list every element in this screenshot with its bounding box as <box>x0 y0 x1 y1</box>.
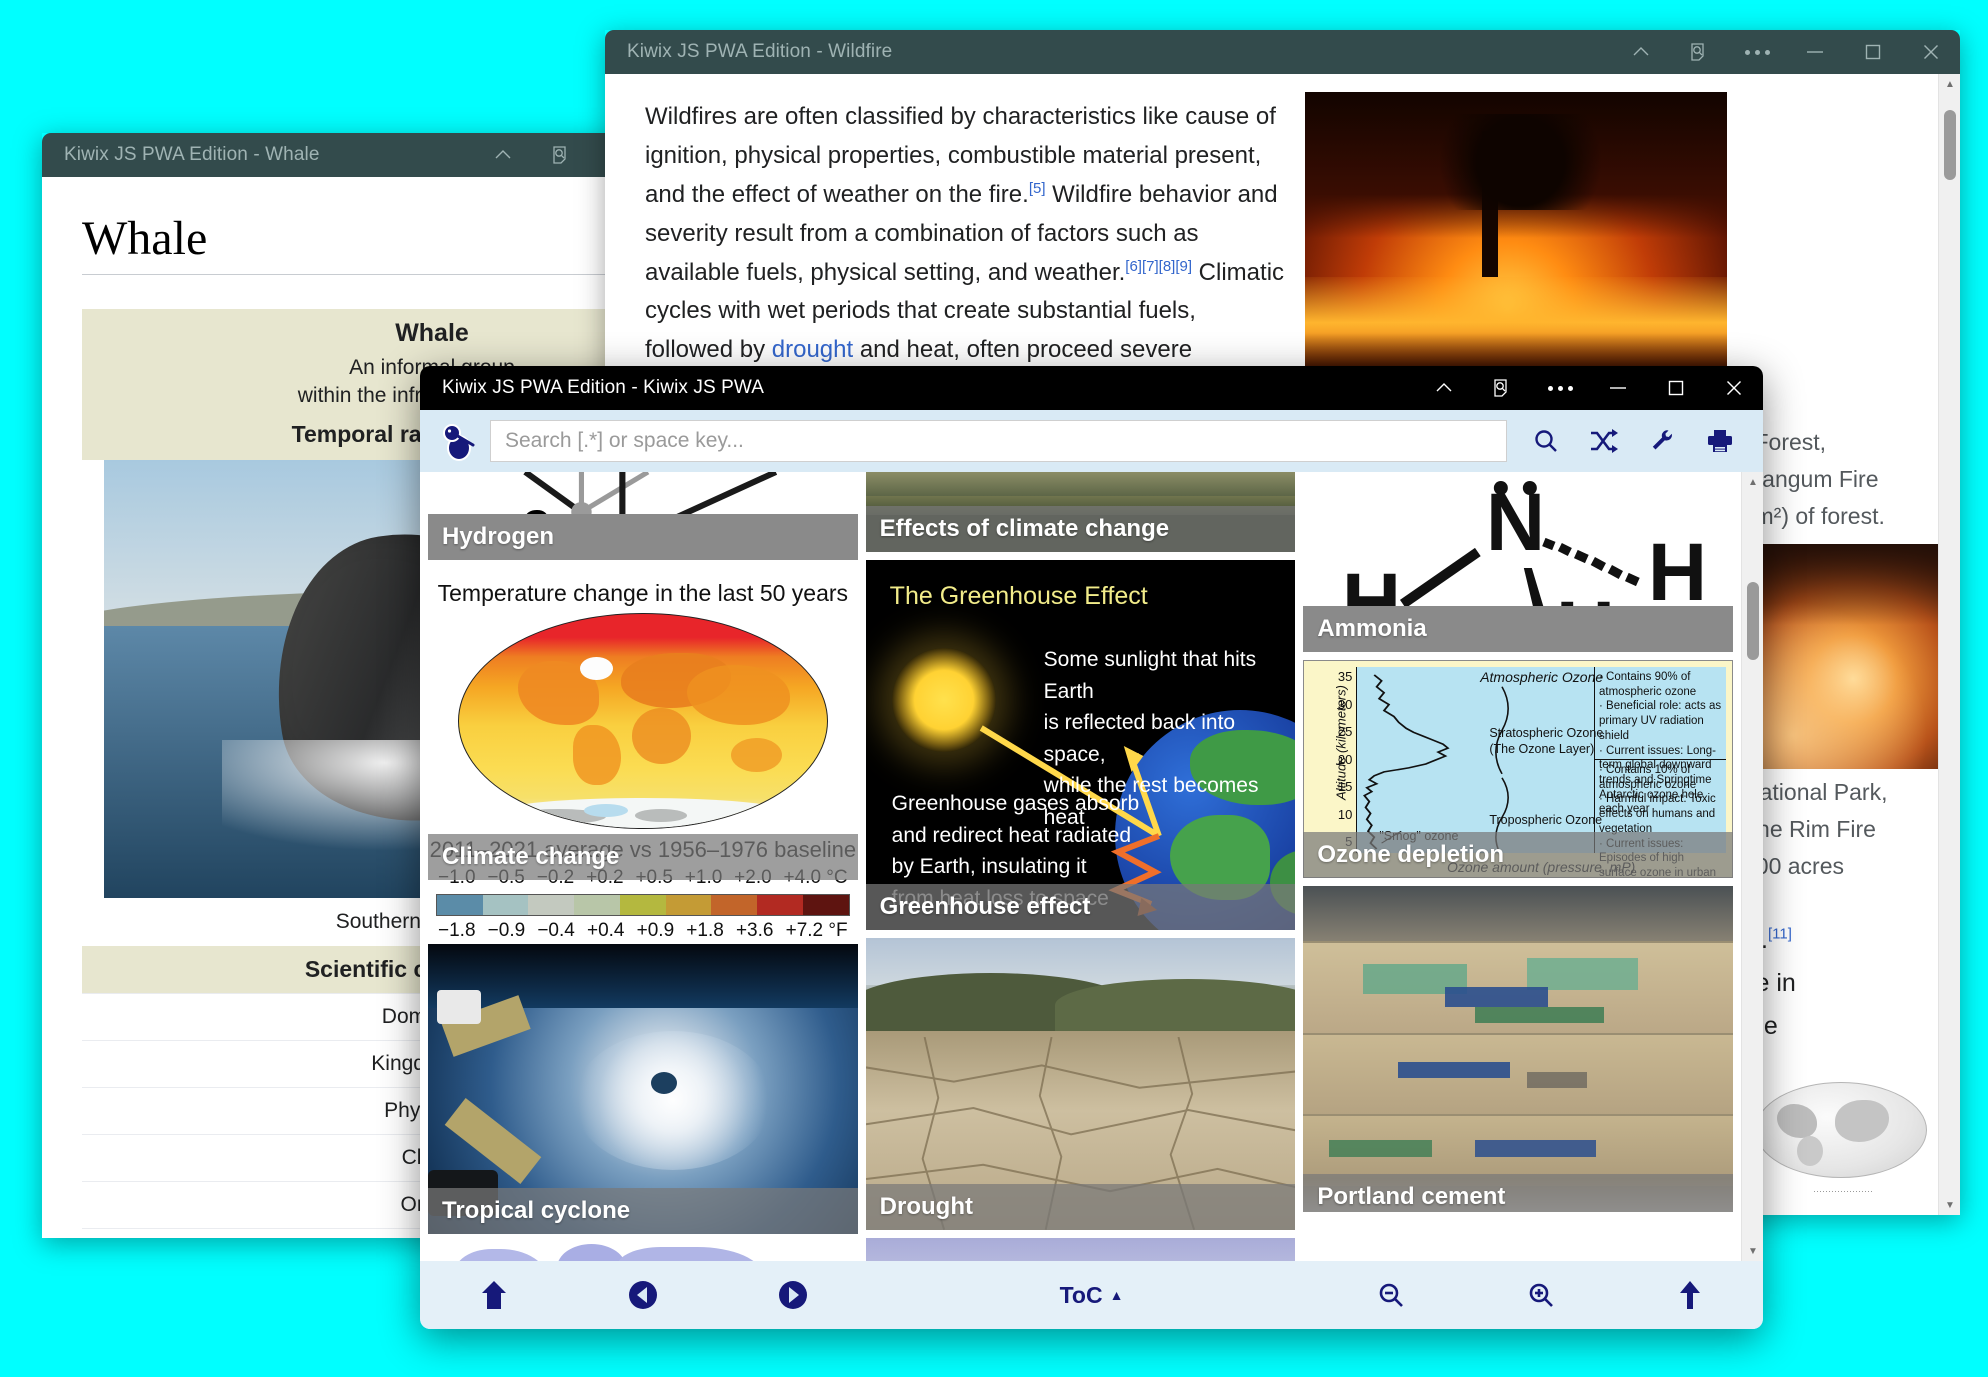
kiwix-article-grid[interactable]: a Hydrogen Temperature change in the las… <box>420 472 1741 1261</box>
climate-map-title: Temperature change in the last 50 years <box>437 580 849 606</box>
card-effects-of-climate-change[interactable]: Effects of climate change <box>865 472 1296 552</box>
zoom-out-icon[interactable] <box>1376 1280 1406 1310</box>
card-caption: Effects of climate change <box>865 506 1296 552</box>
wildfire-photo-middle <box>1743 544 1943 769</box>
toc-label: ToC <box>1059 1281 1103 1308</box>
grid-column-1: a Hydrogen Temperature change in the las… <box>428 472 858 1261</box>
titlebar-kiwix[interactable]: Kiwix JS PWA Edition - Kiwix JS PWA <box>420 366 1763 410</box>
wrench-icon[interactable] <box>1633 418 1691 464</box>
close-button[interactable] <box>1705 366 1763 410</box>
chevron-up-icon[interactable] <box>1415 366 1473 410</box>
search-in-page-icon[interactable] <box>532 133 590 177</box>
kiwix-bottom-bar[interactable]: ToC ▲ <box>420 1261 1763 1329</box>
card-caption: Greenhouse effect <box>865 884 1296 930</box>
window-controls-kiwix[interactable] <box>1415 366 1763 410</box>
more-options-icon[interactable] <box>1531 366 1589 410</box>
window-title-wildfire: Kiwix JS PWA Edition - Wildfire <box>627 41 893 62</box>
kiwix-scrollbar[interactable]: ▲ ▼ <box>1741 472 1763 1261</box>
grid-column-3: N H H H <box>1303 472 1734 1261</box>
forward-icon[interactable] <box>777 1279 809 1311</box>
bottom-bar-left <box>420 1279 868 1311</box>
chevron-up-icon[interactable] <box>1612 30 1670 74</box>
infobox-row-key: Clade: <box>82 1227 474 1238</box>
card-ammonia[interactable]: N H H H <box>1303 472 1734 652</box>
back-icon[interactable] <box>627 1279 659 1311</box>
wildfire-caption-right-2: National Park, The Rim Fire 000 acres <box>1743 779 1888 879</box>
infobox-row-key: Kingdom: <box>82 1039 474 1088</box>
wildfire-globe-figure: ···················· <box>1743 1074 1943 1214</box>
search-placeholder: Search [.*] or space key... <box>505 429 744 452</box>
infobox-row-key: Phylum: <box>82 1086 474 1135</box>
ozone-info-panel-top: · Contains 90% of atmospheric ozone · Be… <box>1594 667 1727 815</box>
infobox-row-key: Order: <box>82 1180 474 1229</box>
home-icon[interactable] <box>479 1279 509 1311</box>
kiwix-toolbar[interactable]: Search [.*] or space key... <box>420 410 1763 472</box>
ozone-annotation-tropospheric: Tropospheric Ozone <box>1489 813 1603 827</box>
grid-column-2: Effects of climate change The Greenhouse… <box>865 472 1296 1261</box>
chevron-up-icon[interactable] <box>474 133 532 177</box>
climate-scale-fahrenheit: −1.8 −0.9 −0.4 +0.4 +0.9 +1.8 +3.6 +7.2 … <box>438 920 848 936</box>
ozone-y-ticks: 35 30 25 20 15 10 5 <box>1337 669 1353 849</box>
climate-color-bar <box>436 894 850 916</box>
titlebar-wildfire[interactable]: Kiwix JS PWA Edition - Wildfire <box>605 30 1960 74</box>
search-in-page-icon[interactable] <box>1473 366 1531 410</box>
card-ozone-depletion[interactable]: Altitude (kilometers) 35 30 25 20 15 10 … <box>1303 660 1734 878</box>
scroll-down-arrow[interactable]: ▼ <box>1742 1241 1763 1261</box>
card-caption: Portland cement <box>1303 1174 1734 1212</box>
print-icon[interactable] <box>1691 418 1749 464</box>
card-climate-change[interactable]: Temperature change in the last 50 years <box>428 568 858 936</box>
wildfire-caption-right-1: l Forest, Mangum Fire km²) of forest. <box>1743 429 1885 529</box>
card-greenhouse-effect[interactable]: The Greenhouse Effect Some sunlight that… <box>865 560 1296 930</box>
card-caption: Tropical cyclone <box>428 1188 858 1234</box>
bottom-bar-center: ToC ▲ <box>868 1282 1316 1309</box>
scroll-up-arrow[interactable]: ▲ <box>1742 472 1763 492</box>
link-drought[interactable]: drought <box>772 336 853 363</box>
toc-button[interactable]: ToC ▲ <box>1060 1282 1124 1309</box>
chevron-up-icon: ▲ <box>1109 1287 1124 1303</box>
window-title-whale: Kiwix JS PWA Edition - Whale <box>64 144 320 165</box>
search-in-page-icon[interactable] <box>1670 30 1728 74</box>
climate-map-figure <box>458 613 828 829</box>
card-glacier-partial[interactable] <box>865 1238 1296 1261</box>
ozone-annotation-stratospheric: Stratospheric Ozone (The Ozone Layer) <box>1489 726 1604 757</box>
scroll-down-arrow[interactable]: ▼ <box>1939 1195 1960 1215</box>
kiwix-logo-icon[interactable] <box>434 418 486 464</box>
card-hydrogen[interactable]: a Hydrogen <box>428 472 858 560</box>
card-drought[interactable]: Drought <box>865 938 1296 1230</box>
scrollbar-thumb[interactable] <box>1747 582 1759 660</box>
close-button[interactable] <box>1902 30 1960 74</box>
minimize-button[interactable] <box>1786 30 1844 74</box>
card-world-map-partial[interactable] <box>428 1242 858 1261</box>
wildfire-caption-right-3: ls.[11] se in the <box>1743 925 1796 1040</box>
maximize-button[interactable] <box>1647 366 1705 410</box>
card-caption: Ozone depletion <box>1303 832 1734 878</box>
window-title-kiwix: Kiwix JS PWA Edition - Kiwix JS PWA <box>442 377 764 398</box>
card-portland-cement[interactable]: Portland cement <box>1303 886 1734 1212</box>
more-options-icon[interactable] <box>1728 30 1786 74</box>
bottom-bar-right <box>1315 1279 1763 1311</box>
ammonia-atom-H-right: H <box>1648 527 1707 618</box>
card-tropical-cyclone[interactable]: Tropical cyclone <box>428 944 858 1234</box>
card-caption: Climate change <box>428 834 858 880</box>
random-article-icon[interactable] <box>1575 418 1633 464</box>
infobox-row-key: Class: <box>82 1133 474 1182</box>
search-icon[interactable] <box>1517 418 1575 464</box>
wildfire-photo-top <box>1305 92 1727 372</box>
zoom-in-icon[interactable] <box>1526 1280 1556 1310</box>
window-kiwix[interactable]: Kiwix JS PWA Edition - Kiwix JS PWA Sear… <box>420 366 1763 1329</box>
card-caption: Drought <box>865 1184 1296 1230</box>
scrollbar-thumb[interactable] <box>1944 110 1956 180</box>
window-controls-wildfire[interactable] <box>1612 30 1960 74</box>
scroll-up-arrow[interactable]: ▲ <box>1939 74 1960 94</box>
scroll-top-icon[interactable] <box>1677 1279 1703 1311</box>
minimize-button[interactable] <box>1589 366 1647 410</box>
wildfire-scrollbar[interactable]: ▲ ▼ <box>1938 74 1960 1215</box>
ammonia-atom-N: N <box>1486 477 1545 568</box>
maximize-button[interactable] <box>1844 30 1902 74</box>
search-input[interactable]: Search [.*] or space key... <box>490 420 1507 462</box>
infobox-row-key: Domain: <box>82 992 474 1041</box>
card-caption: Ammonia <box>1303 606 1734 652</box>
card-caption: Hydrogen <box>428 514 858 560</box>
